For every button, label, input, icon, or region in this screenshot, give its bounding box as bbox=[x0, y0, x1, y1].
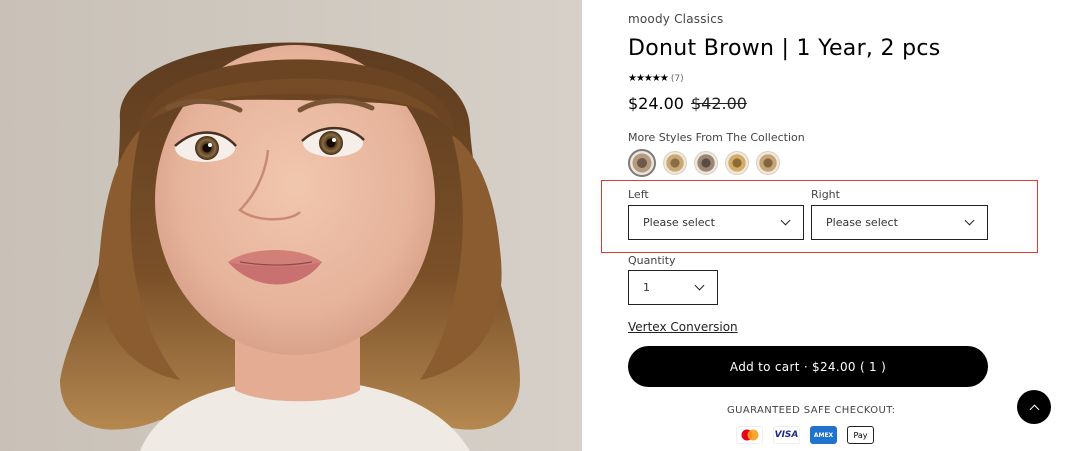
model-portrait-image bbox=[0, 0, 582, 451]
scroll-to-top-button[interactable] bbox=[1017, 390, 1051, 424]
mastercard-logo bbox=[741, 429, 758, 441]
vertex-conversion-link[interactable]: Vertex Conversion bbox=[628, 320, 738, 334]
quantity-value: 1 bbox=[643, 281, 650, 294]
more-styles-label: More Styles From The Collection bbox=[628, 131, 805, 144]
product-price: $24.00 $42.00 bbox=[628, 94, 747, 113]
left-eye-select-value: Please select bbox=[643, 216, 715, 229]
add-to-cart-button[interactable]: Add to cart · $24.00 ( 1 ) bbox=[628, 346, 988, 387]
product-rating[interactable]: ★★★★★ (7) bbox=[628, 73, 684, 84]
chevron-down-icon bbox=[780, 215, 791, 226]
right-eye-select-value: Please select bbox=[826, 216, 898, 229]
price-current: $24.00 bbox=[628, 94, 684, 113]
chevron-up-icon bbox=[1029, 404, 1039, 414]
amex-icon: AMEX bbox=[810, 426, 837, 444]
product-info-panel: moody Classics Donut Brown | 1 Year, 2 p… bbox=[601, 0, 1048, 451]
price-original: $42.00 bbox=[690, 94, 747, 113]
chevron-down-icon bbox=[964, 215, 975, 226]
guaranteed-checkout-text: GUARANTEED SAFE CHECKOUT: bbox=[727, 405, 896, 416]
star-rating-icons: ★★★★★ bbox=[628, 73, 669, 84]
style-swatch-3[interactable] bbox=[694, 151, 718, 175]
style-swatches bbox=[628, 149, 780, 177]
right-eye-label: Right bbox=[811, 188, 840, 201]
visa-icon: VISA bbox=[773, 426, 800, 444]
quantity-label: Quantity bbox=[628, 254, 676, 267]
review-count[interactable]: (7) bbox=[671, 74, 684, 84]
right-eye-power-select[interactable]: Please select bbox=[811, 205, 988, 240]
style-swatch-donut-brown[interactable] bbox=[628, 149, 656, 177]
quantity-select[interactable]: 1 bbox=[628, 270, 718, 305]
product-brand: moody Classics bbox=[628, 12, 724, 26]
apple-pay-text: Pay bbox=[853, 430, 868, 440]
product-title: Donut Brown | 1 Year, 2 pcs bbox=[628, 36, 941, 61]
product-image bbox=[0, 0, 582, 451]
chevron-down-icon bbox=[694, 280, 705, 291]
left-eye-label: Left bbox=[628, 188, 649, 201]
payment-methods: VISA AMEX Pay bbox=[736, 426, 874, 444]
left-eye-power-select[interactable]: Please select bbox=[628, 205, 804, 240]
style-swatch-4[interactable] bbox=[725, 151, 749, 175]
style-swatch-5[interactable] bbox=[756, 151, 780, 175]
apple-pay-icon: Pay bbox=[847, 426, 874, 444]
style-swatch-2[interactable] bbox=[663, 151, 687, 175]
mastercard-icon bbox=[736, 426, 763, 444]
